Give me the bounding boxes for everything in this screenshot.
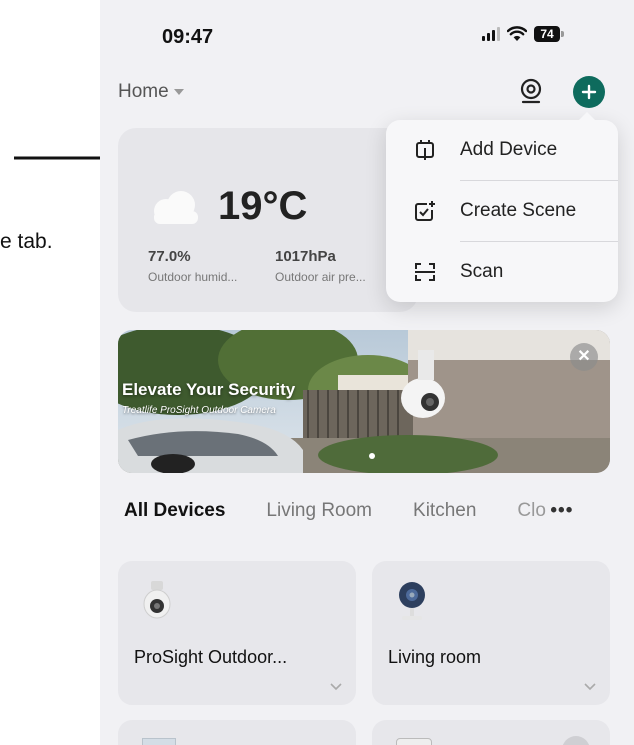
menu-item-label: Create Scene (460, 200, 577, 221)
outdoor-camera-icon (143, 581, 171, 619)
device-name: Living room (388, 647, 482, 667)
scan-icon (415, 263, 435, 281)
cutoff-instruction-text: e tab. (0, 230, 53, 253)
humidity-value: 77.0% (148, 248, 191, 265)
tab-all-devices[interactable]: All Devices (124, 500, 225, 522)
tab-living-room[interactable]: Living Room (266, 500, 372, 522)
more-tabs-icon[interactable]: ••• (550, 500, 573, 522)
camera-icon[interactable] (519, 78, 543, 104)
status-icons: 74 (482, 26, 564, 42)
indoor-camera-icon (399, 582, 425, 620)
chevron-down-icon[interactable] (584, 683, 596, 691)
add-menu-dropdown: Add Device Create Scene Scan (386, 112, 618, 302)
device-status-indicator (562, 736, 590, 745)
weather-card[interactable]: 19°C 77.0% Outdoor humid... 1017hPa Outd… (118, 128, 418, 312)
menu-item-add-device[interactable]: Add Device (386, 120, 618, 180)
home-selector[interactable]: Home (118, 81, 185, 103)
humidity-label: Outdoor humid... (148, 270, 238, 284)
battery-level: 74 (534, 26, 560, 42)
promo-banner[interactable]: Elevate Your Security Treatlife ProSight… (118, 330, 610, 473)
device-card[interactable] (118, 720, 356, 745)
cloud-icon (154, 191, 198, 224)
device-card[interactable]: ProSight Outdoor... (118, 561, 356, 705)
banner-subtitle: Treatlife ProSight Outdoor Camera (122, 405, 276, 416)
carousel-indicator (369, 453, 375, 459)
room-tabs: All Devices Living Room Kitchen Clo ••• (124, 500, 573, 522)
tab-kitchen[interactable]: Kitchen (413, 500, 476, 522)
chevron-down-icon[interactable] (330, 683, 342, 691)
menu-item-scan[interactable]: Scan (386, 242, 618, 302)
pressure-label: Outdoor air pre... (275, 270, 366, 284)
device-card[interactable]: Living room (372, 561, 610, 705)
temperature: 19°C (218, 184, 308, 228)
device-name: ProSight Outdoor... (134, 647, 288, 667)
add-device-icon (416, 140, 434, 160)
device-thumbnail (142, 738, 176, 745)
status-time: 09:47 (162, 26, 214, 48)
promo-banner-image (118, 330, 610, 473)
tab-closet[interactable]: Clo (517, 500, 550, 522)
home-label: Home (118, 81, 169, 102)
wifi-icon (507, 26, 527, 41)
menu-item-label: Scan (460, 261, 504, 282)
cellular-signal-icon (482, 27, 500, 41)
plus-icon (581, 84, 597, 100)
menu-item-label: Add Device (460, 139, 558, 160)
battery-icon: 74 (534, 26, 564, 42)
device-thumbnail (396, 738, 432, 745)
phone-screen: 09:47 74 Home 19°C 77.0% Outdoor humid..… (100, 0, 634, 745)
create-scene-icon (415, 201, 435, 221)
caret-down-icon (173, 89, 184, 95)
banner-title: Elevate Your Security (122, 380, 296, 399)
device-card[interactable] (372, 720, 610, 745)
add-button[interactable] (573, 76, 605, 108)
menu-item-create-scene[interactable]: Create Scene (386, 181, 618, 241)
pressure-value: 1017hPa (275, 248, 336, 265)
close-icon[interactable]: ✕ (570, 343, 598, 371)
